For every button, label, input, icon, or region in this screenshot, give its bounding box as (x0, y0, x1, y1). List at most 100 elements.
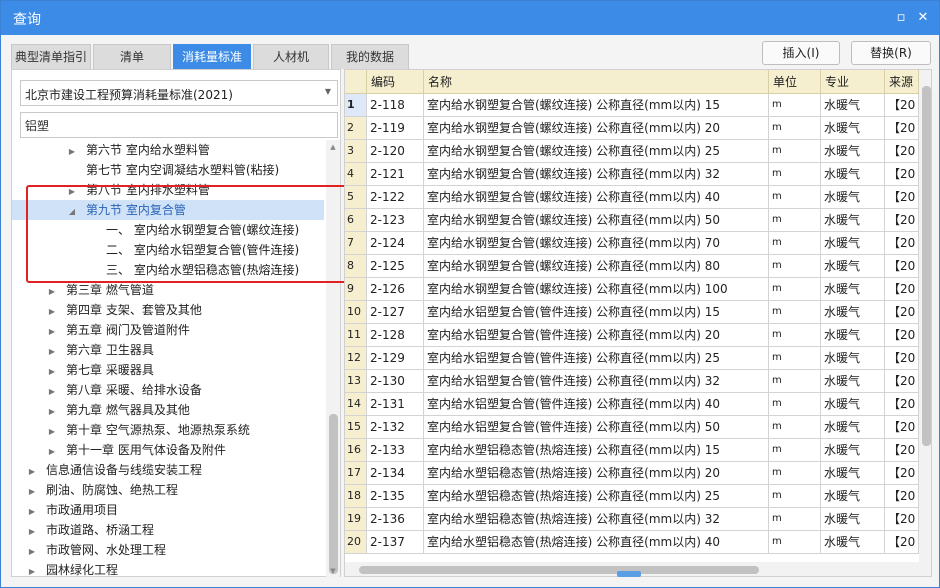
cell-name: 室内给水铝塑复合管(管件连接) 公称直径(mm以内) 40 (424, 393, 769, 416)
cell-source: 【20 (885, 324, 919, 347)
expand-arrow-icon[interactable]: ▶ (46, 282, 58, 302)
table-row[interactable]: 1 2-118 室内给水钢塑复合管(螺纹连接) 公称直径(mm以内) 15 m 水暖气【… (345, 94, 931, 117)
scroll-up-icon[interactable]: ▲ (326, 140, 340, 154)
table-row[interactable]: 19 2-136 室内给水塑铝稳态管(热熔连接) 公称直径(mm以内) 32 m 水暖气… (345, 508, 931, 531)
tree-node[interactable]: ▶ 第六节 室内给水塑料管 (12, 140, 324, 160)
expand-arrow-icon[interactable]: ▶ (46, 442, 58, 462)
cell-major: 水暖气 (821, 232, 885, 255)
cell-major: 水暖气 (821, 485, 885, 508)
column-header-major[interactable]: 专业 (821, 70, 885, 94)
column-header-code[interactable]: 编码 (367, 70, 424, 94)
tab-my-data[interactable]: 我的数据 (331, 44, 409, 69)
tree-node[interactable]: ▶ 第九章 燃气器具及其他 (12, 400, 324, 420)
expand-arrow-icon[interactable]: ▶ (26, 482, 38, 502)
expand-arrow-icon[interactable]: ▶ (46, 302, 58, 322)
replace-button[interactable]: 替换(R) (851, 41, 931, 65)
tree-node[interactable]: ▶ 第六章 卫生器具 (12, 340, 324, 360)
expand-arrow-icon[interactable]: ▶ (46, 402, 58, 422)
tree-node[interactable]: ▶ 第八章 采暖、给排水设备 (12, 380, 324, 400)
grid-vertical-scrollbar[interactable] (919, 70, 931, 562)
cell-code: 2-126 (367, 278, 424, 301)
expand-arrow-icon[interactable]: ▶ (26, 522, 38, 542)
table-row[interactable]: 20 2-137 室内给水塑铝稳态管(热熔连接) 公称直径(mm以内) 40 m 水暖气… (345, 531, 931, 554)
tree-scrollbar[interactable]: ▲ ▼ (326, 140, 340, 578)
tree-node[interactable]: ▶ 园林绿化工程 (12, 560, 324, 578)
table-row[interactable]: 10 2-127 室内给水铝塑复合管(管件连接) 公称直径(mm以内) 15 m 水暖气… (345, 301, 931, 324)
table-row[interactable]: 15 2-132 室内给水铝塑复合管(管件连接) 公称直径(mm以内) 50 m 水暖气… (345, 416, 931, 439)
table-row[interactable]: 6 2-123 室内给水钢塑复合管(螺纹连接) 公称直径(mm以内) 50 m 水暖气【… (345, 209, 931, 232)
tree-node[interactable]: ◢ 第九节 室内复合管 (12, 200, 324, 220)
expand-arrow-icon[interactable]: ▶ (46, 382, 58, 402)
table-row[interactable]: 2 2-119 室内给水钢塑复合管(螺纹连接) 公称直径(mm以内) 20 m 水暖气【… (345, 117, 931, 140)
table-row[interactable]: 5 2-122 室内给水钢塑复合管(螺纹连接) 公称直径(mm以内) 40 m 水暖气【… (345, 186, 931, 209)
column-header-name[interactable]: 名称 (424, 70, 769, 94)
expand-arrow-icon[interactable]: ▶ (66, 142, 78, 162)
expand-arrow-icon[interactable]: ▶ (46, 422, 58, 442)
tree-node[interactable]: ▶ 第十一章 医用气体设备及附件 (12, 440, 324, 460)
tree-node[interactable]: 二、 室内给水铝塑复合管(管件连接) (12, 240, 324, 260)
expand-arrow-icon[interactable]: ▶ (26, 562, 38, 578)
row-number: 16 (345, 439, 367, 462)
cell-source: 【20 (885, 94, 919, 117)
cell-major: 水暖气 (821, 140, 885, 163)
tree-node[interactable]: ▶ 刷油、防腐蚀、绝热工程 (12, 480, 324, 500)
row-number: 9 (345, 278, 367, 301)
insert-button[interactable]: 插入(I) (762, 41, 840, 65)
tree-node[interactable]: ▶ 市政通用项目 (12, 500, 324, 520)
tree-scroll-thumb[interactable] (329, 414, 338, 574)
table-row[interactable]: 4 2-121 室内给水钢塑复合管(螺纹连接) 公称直径(mm以内) 32 m 水暖气【… (345, 163, 931, 186)
column-header-unit[interactable]: 单位 (769, 70, 821, 94)
minimize-icon[interactable]: ▫ (891, 8, 911, 28)
row-number: 19 (345, 508, 367, 531)
table-row[interactable]: 11 2-128 室内给水铝塑复合管(管件连接) 公称直径(mm以内) 20 m 水暖气… (345, 324, 931, 347)
tree-node[interactable]: ▶ 第三章 燃气管道 (12, 280, 324, 300)
table-row[interactable]: 9 2-126 室内给水钢塑复合管(螺纹连接) 公称直径(mm以内) 100 m 水暖气… (345, 278, 931, 301)
tree-node[interactable]: ▶ 第八节 室内排水塑料管 (12, 180, 324, 200)
table-row[interactable]: 7 2-124 室内给水钢塑复合管(螺纹连接) 公称直径(mm以内) 70 m 水暖气【… (345, 232, 931, 255)
expand-arrow-icon[interactable]: ▶ (26, 502, 38, 522)
column-header-source[interactable]: 来源 (885, 70, 919, 94)
cell-major: 水暖气 (821, 301, 885, 324)
tree-node[interactable]: ▶ 第十章 空气源热泵、地源热泵系统 (12, 420, 324, 440)
cell-unit: m (769, 117, 821, 140)
expand-arrow-icon[interactable]: ▶ (26, 462, 38, 482)
table-row[interactable]: 14 2-131 室内给水铝塑复合管(管件连接) 公称直径(mm以内) 40 m 水暖气… (345, 393, 931, 416)
collapse-arrow-icon[interactable]: ◢ (66, 202, 78, 222)
close-icon[interactable]: ✕ (913, 8, 933, 28)
tab-typical-list-guide[interactable]: 典型清单指引 (11, 44, 91, 69)
table-row[interactable]: 8 2-125 室内给水钢塑复合管(螺纹连接) 公称直径(mm以内) 80 m 水暖气【… (345, 255, 931, 278)
grid-hscroll-thumb[interactable] (359, 566, 759, 574)
tree-node[interactable]: 三、 室内给水塑铝稳态管(热熔连接) (12, 260, 324, 280)
tree-node[interactable]: ▶ 第五章 阀门及管道附件 (12, 320, 324, 340)
table-row[interactable]: 18 2-135 室内给水塑铝稳态管(热熔连接) 公称直径(mm以内) 25 m 水暖气… (345, 485, 931, 508)
cell-unit: m (769, 140, 821, 163)
tree-node[interactable]: ▶ 市政管网、水处理工程 (12, 540, 324, 560)
table-row[interactable]: 3 2-120 室内给水钢塑复合管(螺纹连接) 公称直径(mm以内) 25 m 水暖气【… (345, 140, 931, 163)
table-row[interactable]: 13 2-130 室内给水铝塑复合管(管件连接) 公称直径(mm以内) 32 m 水暖气… (345, 370, 931, 393)
expand-arrow-icon[interactable]: ▶ (46, 342, 58, 362)
search-input[interactable] (20, 112, 338, 138)
scroll-down-icon[interactable]: ▼ (326, 564, 340, 578)
expand-arrow-icon[interactable]: ▶ (46, 362, 58, 382)
tree-node[interactable]: 第七节 室内空调凝结水塑料管(粘接) (12, 160, 324, 180)
table-row[interactable]: 16 2-133 室内给水塑铝稳态管(热熔连接) 公称直径(mm以内) 15 m 水暖气… (345, 439, 931, 462)
tab-list[interactable]: 清单 (93, 44, 171, 69)
grid-scroll-thumb[interactable] (922, 86, 931, 446)
tree-node-label: 二、 室内给水铝塑复合管(管件连接) (106, 243, 300, 257)
standard-select[interactable]: 北京市建设工程预算消耗量标准(2021) ▼ (20, 80, 338, 106)
title-bar[interactable]: 查询 ▫ ✕ (1, 1, 939, 35)
table-row[interactable]: 12 2-129 室内给水铝塑复合管(管件连接) 公称直径(mm以内) 25 m 水暖气… (345, 347, 931, 370)
table-row[interactable]: 17 2-134 室内给水塑铝稳态管(热熔连接) 公称直径(mm以内) 20 m 水暖气… (345, 462, 931, 485)
tree-node[interactable]: 一、 室内给水钢塑复合管(螺纹连接) (12, 220, 324, 240)
expand-arrow-icon[interactable]: ▶ (46, 322, 58, 342)
expand-arrow-icon[interactable]: ▶ (26, 542, 38, 562)
tab-labor-material-machine[interactable]: 人材机 (253, 44, 329, 69)
tree-node[interactable]: ▶ 市政道路、桥涵工程 (12, 520, 324, 540)
tree-node[interactable]: ▶ 信息通信设备与线缆安装工程 (12, 460, 324, 480)
tree-node[interactable]: ▶ 第七章 采暖器具 (12, 360, 324, 380)
expand-arrow-icon[interactable]: ▶ (66, 182, 78, 202)
cell-code: 2-131 (367, 393, 424, 416)
tab-consumption-standard[interactable]: 消耗量标准 (173, 44, 251, 69)
tree-node[interactable]: ▶ 第四章 支架、套管及其他 (12, 300, 324, 320)
splitter-grip[interactable] (617, 571, 641, 577)
